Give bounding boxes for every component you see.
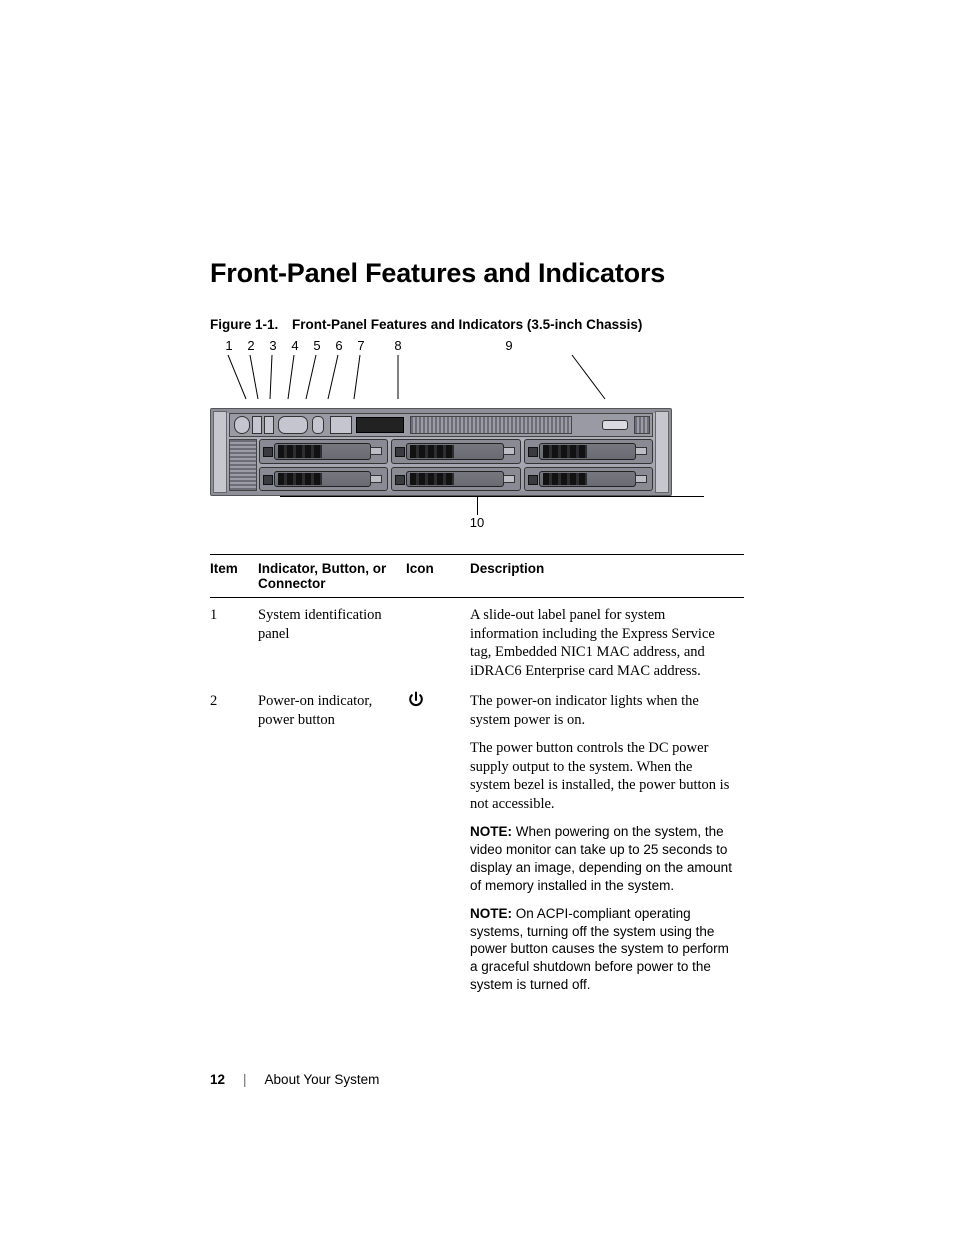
footer-separator: | xyxy=(243,1072,247,1087)
callout-leader-lines xyxy=(210,353,680,401)
power-icon xyxy=(406,698,426,714)
cell-icon xyxy=(406,684,470,998)
callout-4: 4 xyxy=(284,338,306,353)
figure-number: Figure 1-1. xyxy=(210,317,278,332)
callout-6: 6 xyxy=(328,338,350,353)
features-table: Item Indicator, Button, or Connector Ico… xyxy=(210,554,744,998)
th-icon: Icon xyxy=(406,555,470,598)
table-row: 2 Power-on indicator, power button The p… xyxy=(210,684,744,998)
cell-description: A slide-out label panel for system infor… xyxy=(470,598,744,685)
cell-item: 1 xyxy=(210,598,258,685)
callout-3: 3 xyxy=(262,338,284,353)
figure-diagram: 1 2 3 4 5 6 7 8 9 xyxy=(210,338,744,530)
cell-item: 2 xyxy=(210,684,258,998)
page-footer: 12 | About Your System xyxy=(210,1072,379,1087)
figure-title: Front-Panel Features and Indicators (3.5… xyxy=(292,317,642,332)
section-heading: Front-Panel Features and Indicators xyxy=(210,258,744,289)
desc-paragraph: A slide-out label panel for system infor… xyxy=(470,606,736,680)
callout-1: 1 xyxy=(218,338,240,353)
note-label: NOTE: xyxy=(470,824,512,839)
note: NOTE: On ACPI-compliant operating system… xyxy=(470,905,736,994)
footer-section: About Your System xyxy=(265,1072,380,1087)
callout-2: 2 xyxy=(240,338,262,353)
cell-icon xyxy=(406,598,470,685)
callout-7: 7 xyxy=(350,338,372,353)
th-description: Description xyxy=(470,555,744,598)
page-number: 12 xyxy=(210,1072,225,1087)
table-row: 1 System identification panel A slide-ou… xyxy=(210,598,744,685)
callout-5: 5 xyxy=(306,338,328,353)
desc-paragraph: The power-on indicator lights when the s… xyxy=(470,692,736,729)
note-label: NOTE: xyxy=(470,906,512,921)
desc-paragraph: The power button controls the DC power s… xyxy=(470,739,736,813)
cell-indicator: Power-on indicator, power button xyxy=(258,684,406,998)
callout-9: 9 xyxy=(424,338,594,353)
callout-bottom-leader: 10 xyxy=(210,496,744,530)
callout-8: 8 xyxy=(372,338,424,353)
note: NOTE: When powering on the system, the v… xyxy=(470,823,736,894)
th-item: Item xyxy=(210,555,258,598)
cell-description: The power-on indicator lights when the s… xyxy=(470,684,744,998)
th-indicator: Indicator, Button, or Connector xyxy=(258,555,406,598)
figure-caption: Figure 1-1. Front-Panel Features and Ind… xyxy=(210,317,744,332)
callout-10: 10 xyxy=(470,515,484,530)
chassis-illustration xyxy=(210,408,672,496)
cell-indicator: System identification panel xyxy=(258,598,406,685)
